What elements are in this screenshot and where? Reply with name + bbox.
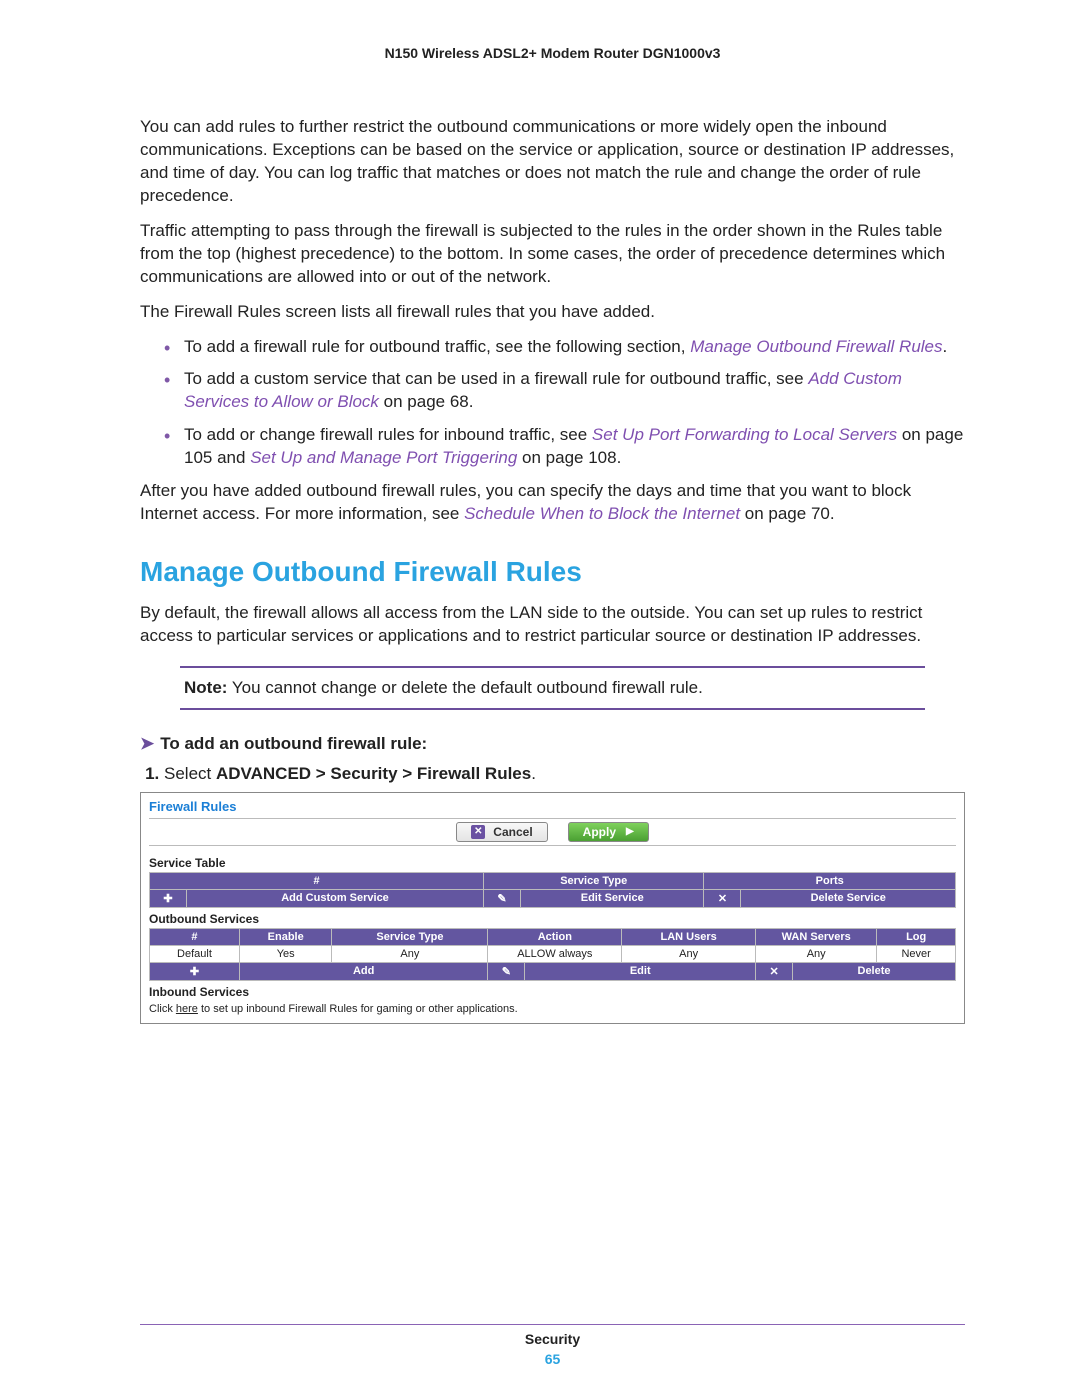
text: on page 108.: [517, 448, 621, 467]
text: To add a custom service that can be used…: [184, 369, 808, 388]
cell: Default: [150, 945, 240, 962]
note-block: Note: You cannot change or delete the de…: [180, 666, 925, 710]
link-manage-outbound[interactable]: Manage Outbound Firewall Rules: [690, 337, 942, 356]
text: To add a firewall rule for outbound traf…: [184, 337, 690, 356]
close-icon[interactable]: ✕: [756, 962, 793, 980]
inbound-note: Click here to set up inbound Firewall Ru…: [149, 1003, 956, 1015]
col-header: Ports: [704, 872, 956, 889]
triangle-icon: ➤: [140, 734, 154, 753]
edit-icon[interactable]: ✎: [488, 962, 525, 980]
ui-panel-title: Firewall Rules: [149, 799, 956, 814]
step-item: Select ADVANCED > Security > Firewall Ru…: [164, 764, 965, 784]
button-label: Cancel: [493, 825, 532, 839]
link-schedule-block[interactable]: Schedule When to Block the Internet: [464, 504, 740, 523]
edit-button[interactable]: Edit: [525, 962, 756, 980]
close-icon[interactable]: ✕: [704, 889, 741, 907]
list-item: To add a firewall rule for outbound traf…: [140, 336, 965, 359]
delete-button[interactable]: Delete: [793, 962, 956, 980]
apply-button[interactable]: Apply ▶: [568, 822, 649, 842]
col-header: Service Type: [484, 872, 704, 889]
doc-title: N150 Wireless ADSL2+ Modem Router DGN100…: [140, 45, 965, 61]
plus-icon[interactable]: ✚: [150, 889, 187, 907]
plus-icon[interactable]: ✚: [150, 962, 240, 980]
close-icon: ✕: [471, 825, 485, 839]
paragraph: Traffic attempting to pass through the f…: [140, 220, 965, 289]
note-label: Note:: [184, 678, 227, 697]
link-port-forwarding[interactable]: Set Up Port Forwarding to Local Servers: [592, 425, 897, 444]
service-table: # Service Type Ports ✚ Add Custom Servic…: [149, 872, 956, 908]
ui-button-row: ✕ Cancel Apply ▶: [149, 818, 956, 846]
edit-icon[interactable]: ✎: [484, 889, 521, 907]
paragraph: By default, the firewall allows all acce…: [140, 602, 965, 648]
text: on page 70.: [740, 504, 835, 523]
col-header: Enable: [239, 928, 331, 945]
text: To add or change firewall rules for inbo…: [184, 425, 592, 444]
text: .: [531, 764, 536, 783]
outbound-services-table: # Enable Service Type Action LAN Users W…: [149, 928, 956, 981]
cell: ALLOW always: [488, 945, 622, 962]
col-header: LAN Users: [622, 928, 756, 945]
text: Click: [149, 1003, 176, 1015]
col-header: #: [150, 872, 484, 889]
cell: Yes: [239, 945, 331, 962]
footer-page-number: 65: [140, 1351, 965, 1367]
note-text: You cannot change or delete the default …: [227, 678, 702, 697]
step-list: Select ADVANCED > Security > Firewall Ru…: [164, 764, 965, 784]
list-item: To add a custom service that can be used…: [140, 368, 965, 414]
button-label: Apply: [583, 825, 616, 839]
paragraph: After you have added outbound firewall r…: [140, 480, 965, 526]
text: .: [943, 337, 948, 356]
inbound-services-label: Inbound Services: [149, 985, 956, 999]
cancel-button[interactable]: ✕ Cancel: [456, 822, 547, 842]
edit-service-button[interactable]: Edit Service: [521, 889, 704, 907]
link-here[interactable]: here: [176, 1003, 198, 1015]
col-header: #: [150, 928, 240, 945]
link-port-triggering[interactable]: Set Up and Manage Port Triggering: [250, 448, 517, 467]
text: Select: [164, 764, 216, 783]
cell: Any: [622, 945, 756, 962]
cell: Never: [877, 945, 956, 962]
col-header: WAN Servers: [756, 928, 877, 945]
text: on page 68.: [379, 392, 474, 411]
arrow-icon: ▶: [626, 826, 634, 837]
paragraph: You can add rules to further restrict th…: [140, 116, 965, 208]
cell: Any: [756, 945, 877, 962]
outbound-services-label: Outbound Services: [149, 912, 956, 926]
add-button[interactable]: Add: [239, 962, 487, 980]
table-row[interactable]: Default Yes Any ALLOW always Any Any Nev…: [150, 945, 956, 962]
delete-service-button[interactable]: Delete Service: [741, 889, 956, 907]
col-header: Service Type: [332, 928, 488, 945]
page-footer: Security 65: [140, 1324, 965, 1367]
footer-section: Security: [140, 1331, 965, 1347]
section-heading-manage-outbound: Manage Outbound Firewall Rules: [140, 556, 965, 588]
procedure-heading: ➤ To add an outbound firewall rule:: [140, 734, 965, 754]
col-header: Action: [488, 928, 622, 945]
text-bold: ADVANCED > Security > Firewall Rules: [216, 764, 531, 783]
cell: Any: [332, 945, 488, 962]
paragraph: The Firewall Rules screen lists all fire…: [140, 301, 965, 324]
service-table-label: Service Table: [149, 856, 956, 870]
bullet-list: To add a firewall rule for outbound traf…: [140, 336, 965, 471]
add-custom-service-button[interactable]: Add Custom Service: [187, 889, 484, 907]
firewall-rules-screenshot: Firewall Rules ✕ Cancel Apply ▶ Service Ta…: [140, 792, 965, 1024]
text: to set up inbound Firewall Rules for gam…: [198, 1003, 518, 1015]
list-item: To add or change firewall rules for inbo…: [140, 424, 965, 470]
proc-heading-text: To add an outbound firewall rule:: [160, 734, 427, 753]
col-header: Log: [877, 928, 956, 945]
